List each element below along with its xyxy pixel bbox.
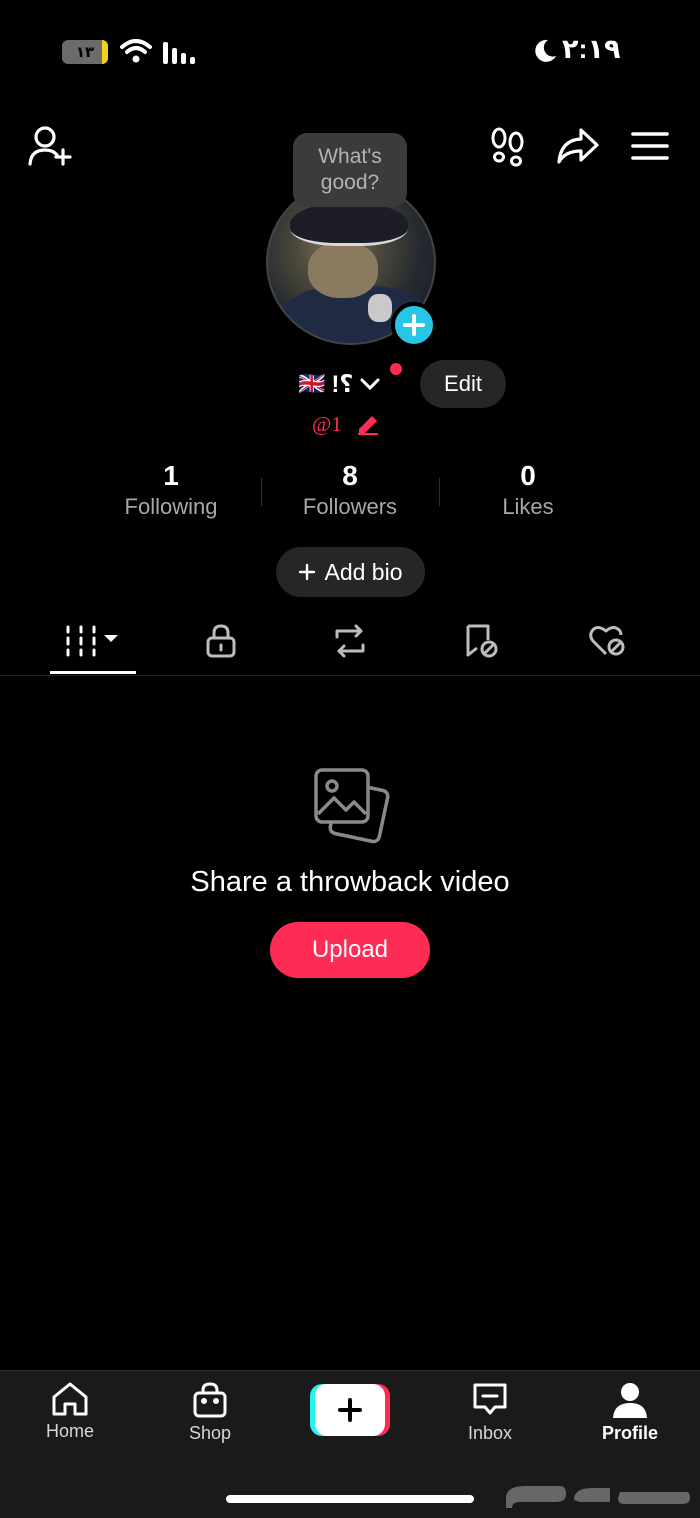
signal-icon [163,42,195,64]
create-button[interactable] [310,1384,390,1436]
nav-inbox-label: Inbox [467,1423,513,1443]
tab-videos[interactable] [48,610,138,672]
moon-icon [535,39,556,62]
divider [439,478,440,506]
videos-grid-icon [66,625,118,657]
status-bubble[interactable]: What's good? [293,133,407,207]
home-indicator [226,1495,474,1503]
flag-emoji: 🇬🇧 [298,371,326,396]
tab-favorites[interactable] [436,610,526,672]
favorites-hidden-icon [466,624,498,658]
repost-icon [335,624,365,658]
notification-dot [390,363,402,375]
tab-private[interactable] [176,610,266,672]
menu-icon[interactable] [626,122,674,170]
clock: ٢:١٩ [562,34,621,64]
divider [261,478,262,506]
following-count: 1 [163,460,179,491]
wifi-icon [120,39,152,63]
plus-icon [299,563,316,581]
upload-button[interactable]: Upload [270,922,430,978]
shop-bag-icon [193,1382,227,1418]
status-bar: ١٣ ٢:١٩ [0,0,700,100]
nav-shop-label: Shop [188,1423,232,1443]
likes-count: 0 [520,460,536,491]
add-avatar-button[interactable] [391,302,437,348]
battery-level: ١٣ [75,44,95,61]
add-bio-label: Add bio [324,558,403,585]
watermark-logo [506,1486,690,1508]
add-bio-button[interactable]: Add bio [276,547,425,597]
pencil-icon [357,416,378,435]
nav-home[interactable]: Home [20,1381,120,1451]
photo-stack-icon [314,768,390,844]
followers-count: 8 [342,460,358,491]
tab-liked[interactable] [563,610,653,672]
chevron-down-icon [360,378,380,391]
stat-following[interactable]: 1 Following [91,460,251,520]
nav-profile[interactable]: Profile [580,1381,680,1451]
plus-icon [338,1398,362,1422]
display-name-row[interactable]: 🇬🇧 !؟ [298,366,381,402]
profile-tabs [0,610,700,676]
tab-reposts[interactable] [305,610,395,672]
home-icon [52,1382,88,1416]
stat-likes[interactable]: 0 Likes [448,460,608,520]
display-name: !؟ [331,370,354,398]
edit-profile-button[interactable]: Edit [420,360,506,408]
likes-label: Likes [502,494,554,519]
username-handle: @1 [312,411,342,436]
inbox-icon [473,1383,507,1415]
add-friend-icon[interactable] [26,122,74,170]
private-lock-icon [206,624,236,658]
handle-row[interactable]: @1 [312,410,380,438]
stat-followers[interactable]: 8 Followers [270,460,430,520]
profile-icon [613,1383,647,1418]
following-label: Following [124,494,218,519]
share-icon[interactable] [554,122,602,170]
plus-icon [403,314,425,336]
battery-icon: ١٣ [62,40,108,64]
nav-shop[interactable]: Shop [160,1381,260,1451]
nav-home-label: Home [45,1421,94,1441]
nav-profile-label: Profile [601,1423,658,1443]
liked-hidden-icon [589,626,625,656]
nav-inbox[interactable]: Inbox [440,1381,540,1451]
footprints-icon[interactable] [484,122,532,170]
battery-fill [102,40,108,64]
empty-state-title: Share a throwback video [190,866,510,898]
tab-indicator [50,671,136,674]
followers-label: Followers [302,494,398,519]
